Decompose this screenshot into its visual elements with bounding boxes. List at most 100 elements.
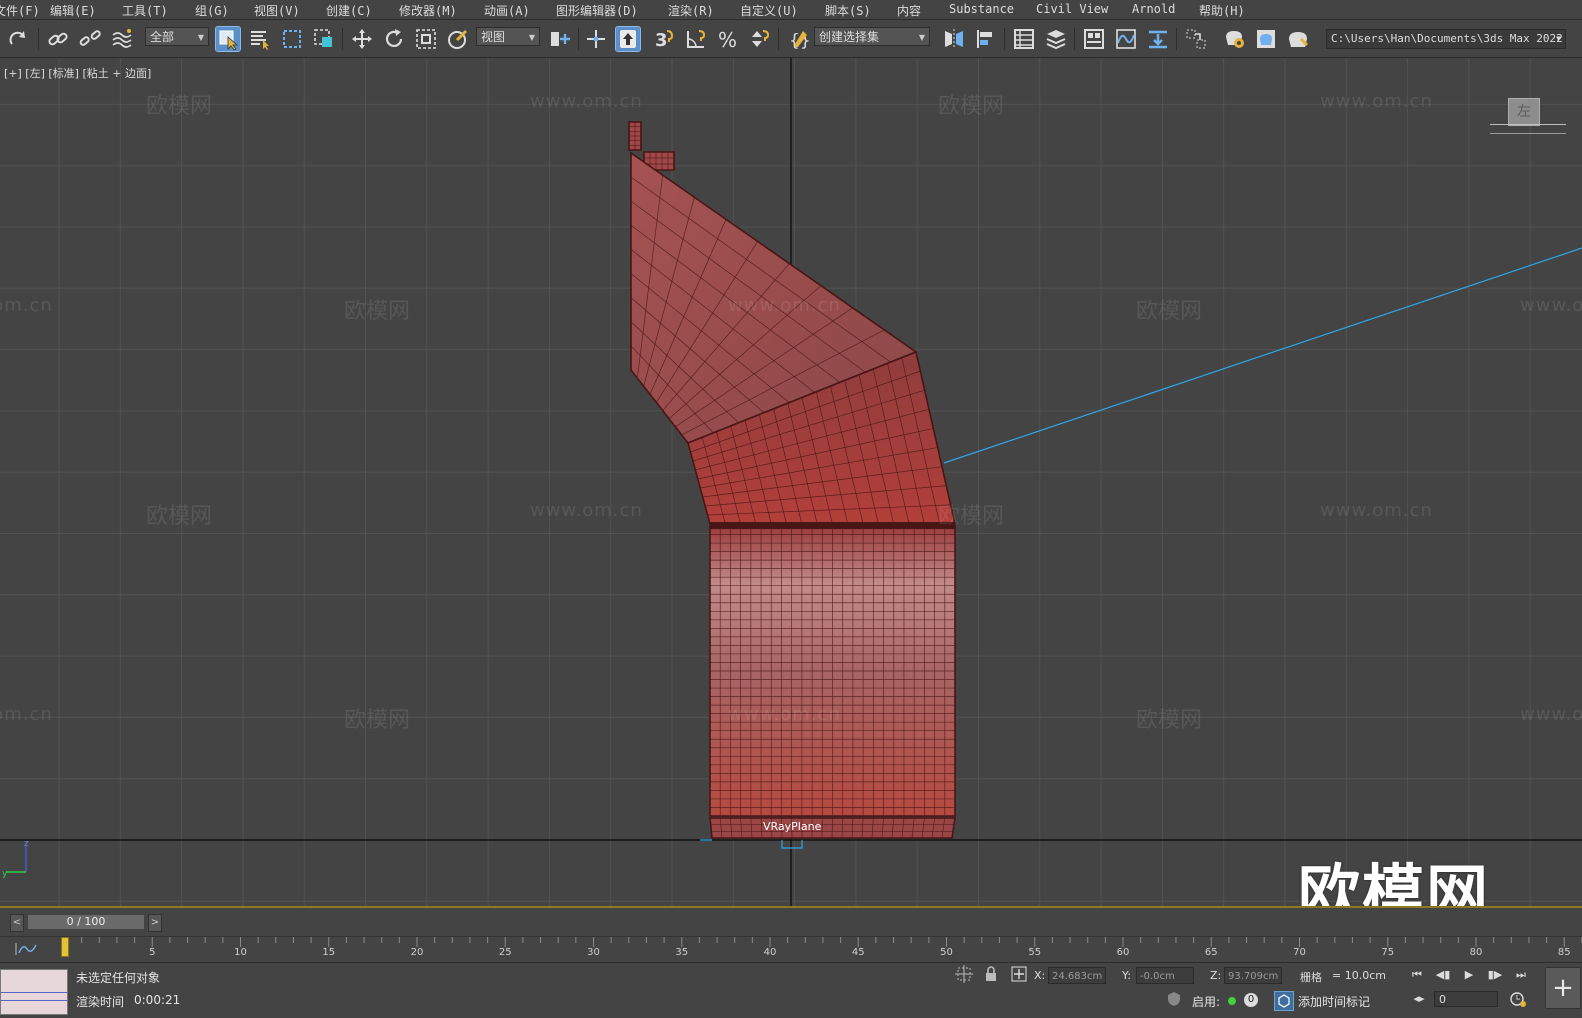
rectangular-selection-icon[interactable] [280,27,304,51]
selection-filter-dropdown[interactable]: 全部▼ [145,27,209,46]
schematic-view-icon[interactable] [1146,27,1170,51]
axis-z-label: z [24,839,29,849]
align-icon[interactable] [974,27,998,51]
rendered-frame-window-icon[interactable] [1254,27,1278,51]
track-bar[interactable]: 0510152025303540455055606570758085 [0,936,1582,963]
menu-civil-view[interactable]: Civil View [1036,2,1108,16]
absolute-mode-icon[interactable] [1010,965,1028,983]
menu-graph-editors[interactable]: 图形编辑器(D) [556,2,638,19]
select-object-icon[interactable] [216,27,240,51]
render-production-icon[interactable] [1286,27,1310,51]
select-manipulate-icon[interactable] [584,27,608,51]
time-slider[interactable]: < 0 / 100 > [0,906,1582,938]
window-crossing-icon[interactable] [312,27,336,51]
z-coordinate-label: Z: [1210,969,1221,982]
viewport-navigation-icon[interactable]: + [1545,967,1581,1009]
material-editor-icon[interactable] [1184,27,1208,51]
menu-scripting[interactable]: 脚本(S) [825,2,871,19]
menu-arnold[interactable]: Arnold [1132,2,1175,16]
current-frame-field[interactable]: 0 [1434,991,1498,1007]
menu-file[interactable]: 文件(F) [0,2,40,19]
named-selection-value: 创建选择集 [819,30,879,44]
menu-group[interactable]: 组(G) [195,2,229,19]
isolate-selection-icon[interactable] [955,965,973,983]
edit-named-selection-icon[interactable]: {} [786,27,810,51]
render-setup-icon[interactable] [1222,27,1246,51]
placement-icon[interactable] [446,27,470,51]
scale-icon[interactable] [414,27,438,51]
x-coordinate-label: X: [1034,969,1045,982]
time-slider-next-button[interactable]: > [148,914,162,932]
menu-rendering[interactable]: 渲染(R) [668,2,714,19]
menu-help[interactable]: 帮助(H) [1199,2,1245,19]
toggle-ribbon-icon[interactable] [1082,27,1106,51]
next-frame-icon[interactable]: ▮▶ [1486,967,1504,983]
status-bar: 未选定任何对象 渲染时间 0:00:21 X: 24.683cm Y: -0.0… [0,962,1582,1018]
menu-create[interactable]: 创建(C) [326,2,372,19]
frame-tick-label: 25 [499,947,512,958]
rotate-icon[interactable] [382,27,406,51]
previous-frame-icon[interactable]: ◀▮ [1434,967,1452,983]
layer-explorer-icon[interactable] [1044,27,1068,51]
frame-spinner-icon[interactable]: ◂▸ [1410,991,1428,1007]
frame-tick-label: 80 [1470,947,1483,958]
unlink-icon[interactable] [78,27,102,51]
viewcube[interactable]: 左 [1508,98,1540,126]
y-coordinate-field[interactable]: -0.0cm [1136,967,1194,984]
frame-ruler[interactable] [62,937,1582,963]
menu-animation[interactable]: 动画(A) [484,2,530,19]
reference-coordinate-dropdown[interactable]: 视图▼ [476,27,540,46]
left-viewport[interactable]: [+] [左] [标准] [粘土 + 边面] 欧模网 www.om.cn 欧模网… [0,58,1582,906]
z-coordinate-field[interactable]: 93.709cm [1224,967,1282,984]
project-path-dropdown[interactable]: C:\Users\Han\Documents\3ds Max 2022▼ [1326,29,1566,49]
maxscript-listener[interactable] [0,969,68,1015]
time-tag-icon[interactable] [1274,991,1294,1011]
move-icon[interactable] [350,27,374,51]
watermark-logo: 欧模网 [1298,843,1490,906]
shield-icon[interactable] [1166,991,1182,1007]
menu-modifiers[interactable]: 修改器(M) [399,2,457,19]
go-to-end-icon[interactable]: ⏭ [1512,967,1530,983]
keyboard-shortcut-override-icon[interactable] [616,27,640,51]
menu-edit[interactable]: 编辑(E) [50,2,96,19]
viewcube-compass-ring[interactable] [1490,124,1566,134]
angle-snap-icon[interactable] [684,27,708,51]
time-config-icon[interactable] [1510,991,1526,1007]
menu-customize[interactable]: 自定义(U) [740,2,798,19]
time-slider-thumb[interactable]: 0 / 100 [28,915,144,929]
percent-snap-icon[interactable]: % [716,27,740,51]
frame-tick-label: 85 [1558,947,1571,958]
playhead[interactable] [61,937,69,957]
mini-curve-editor-icon[interactable] [14,941,44,957]
named-selection-dropdown[interactable]: 创建选择集▼ [814,27,930,46]
time-slider-prev-button[interactable]: < [10,914,24,932]
enable-count-badge[interactable]: 0 [1244,993,1258,1007]
menu-views[interactable]: 视图(V) [254,2,300,19]
link-icon[interactable] [46,27,70,51]
curve-editor-icon[interactable] [1114,27,1138,51]
menu-substance[interactable]: Substance [949,2,1014,16]
grid-size-label: 栅格 [1300,969,1322,985]
menu-tools[interactable]: 工具(T) [122,2,168,19]
lock-icon[interactable] [982,965,1000,983]
mirror-icon[interactable] [942,27,966,51]
snap-toggle-icon[interactable]: 3 [652,27,676,51]
frame-tick-label: 60 [1117,947,1130,958]
menu-bar: 文件(F) 编辑(E) 工具(T) 组(G) 视图(V) 创建(C) 修改器(M… [0,0,1582,20]
menu-content[interactable]: 内容 [897,2,921,19]
redo-icon[interactable] [6,27,30,51]
pivot-center-icon[interactable] [548,27,572,51]
go-to-start-icon[interactable]: ⏮ [1408,967,1426,983]
frame-tick-label: 45 [852,947,865,958]
select-by-name-icon[interactable] [248,27,272,51]
bind-space-warp-icon[interactable] [110,27,134,51]
grid-size-value: = 10.0cm [1332,969,1386,982]
spinner-snap-icon[interactable] [748,27,772,51]
axis-y-label: y [2,869,8,878]
frame-tick-label: 15 [322,947,335,958]
x-coordinate-field[interactable]: 24.683cm [1048,967,1106,984]
add-time-tag-label[interactable]: 添加时间标记 [1298,993,1370,1010]
play-icon[interactable]: ▶ [1460,967,1478,983]
viewport-label-menu[interactable]: [+] [左] [标准] [粘土 + 边面] [4,65,151,81]
scene-explorer-icon[interactable] [1012,27,1036,51]
